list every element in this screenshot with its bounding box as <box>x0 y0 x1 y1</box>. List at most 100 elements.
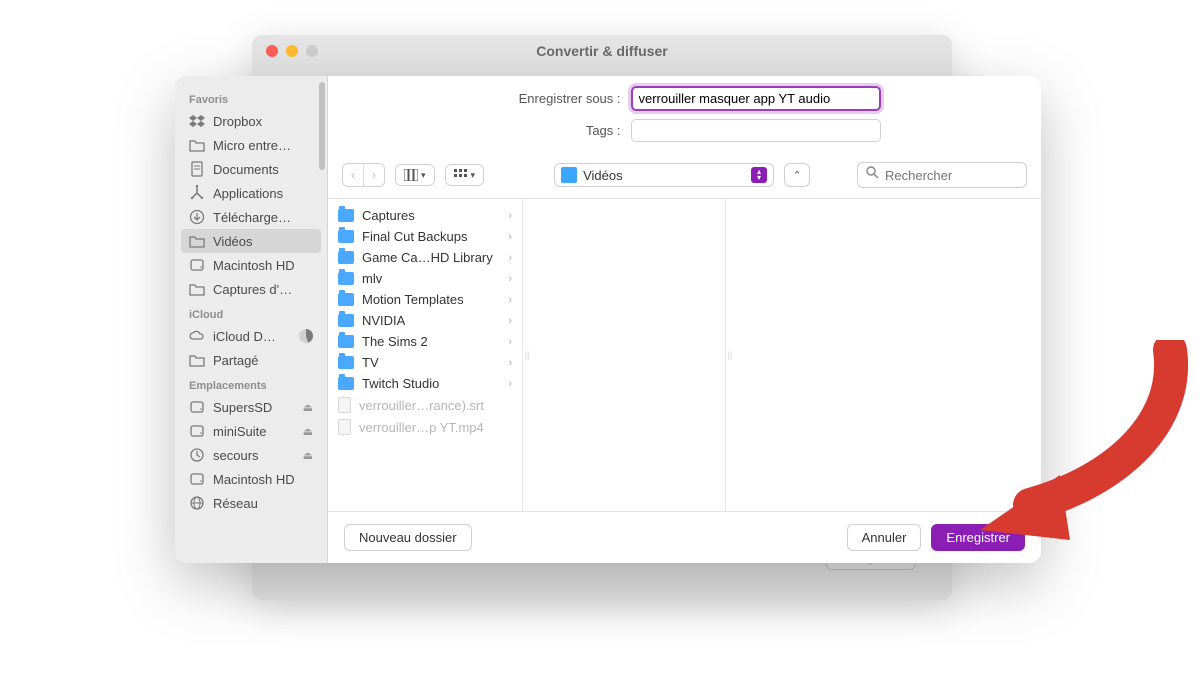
sidebar-item-label: miniSuite <box>213 424 266 439</box>
eject-icon[interactable]: ⏏ <box>303 425 313 438</box>
sidebar-item-label: Partagé <box>213 353 259 368</box>
save-as-input[interactable] <box>631 86 881 111</box>
browser-item-label: Game Ca…HD Library <box>362 250 493 265</box>
column-resize-handle[interactable]: || <box>523 199 531 511</box>
parent-window-title: Convertir & diffuser <box>252 43 952 59</box>
chevron-right-icon: › <box>508 357 512 369</box>
globe-icon <box>189 495 205 511</box>
browser-item[interactable]: Final Cut Backups › <box>328 226 522 247</box>
browser-item[interactable]: Game Ca…HD Library › <box>328 247 522 268</box>
browser-item-label: mlv <box>362 271 382 286</box>
sidebar-item[interactable]: Dropbox <box>175 109 327 133</box>
column-resize-handle[interactable]: || <box>726 199 734 511</box>
file-icon <box>338 397 351 413</box>
tags-input[interactable] <box>631 119 881 142</box>
disk-icon <box>189 399 205 415</box>
nav-forward-button[interactable]: › <box>363 164 384 186</box>
browser-item[interactable]: Captures › <box>328 205 522 226</box>
view-group-toggle[interactable]: ▾ <box>445 164 485 186</box>
sidebar-item[interactable]: miniSuite ⏏ <box>175 419 327 443</box>
sidebar-item-label: Captures d'… <box>213 282 292 297</box>
search-input[interactable] <box>885 168 1018 183</box>
chevron-down-icon: ▾ <box>471 170 476 181</box>
sidebar-item[interactable]: Macintosh HD <box>175 253 327 277</box>
sidebar-item[interactable]: Captures d'… <box>175 277 327 301</box>
browser-column-empty <box>734 199 1041 511</box>
browser-item[interactable]: Twitch Studio› <box>328 373 522 394</box>
search-icon <box>866 166 879 184</box>
browser-column[interactable]: Captures›Final Cut Backups›Game Ca…HD Li… <box>328 199 523 511</box>
browser-item-label: Final Cut Backups <box>362 229 468 244</box>
sidebar-item-label: SupersSD <box>213 400 272 415</box>
chevron-up-icon: ⌃ <box>792 169 801 182</box>
browser-column-empty <box>531 199 726 511</box>
chevron-down-icon: ▾ <box>421 170 426 181</box>
sidebar-item[interactable]: Vidéos <box>181 229 321 253</box>
chevron-right-icon: › <box>508 336 512 348</box>
cancel-button[interactable]: Annuler <box>847 524 922 551</box>
grid-icon: ▾ <box>446 165 484 185</box>
sidebar-item[interactable]: Télécharge… <box>175 205 327 229</box>
disk-icon <box>189 257 205 273</box>
location-popup[interactable]: Vidéos ▴▾ <box>554 163 774 187</box>
new-folder-button[interactable]: Nouveau dossier <box>344 524 472 551</box>
sidebar-item[interactable]: Micro entre… <box>175 133 327 157</box>
eject-icon[interactable]: ⏏ <box>303 449 313 462</box>
sidebar-item[interactable]: Macintosh HD <box>175 467 327 491</box>
apps-icon <box>189 185 205 201</box>
minimize-window-button[interactable] <box>286 45 298 57</box>
view-columns-toggle[interactable]: ▾ <box>395 164 435 186</box>
chevron-right-icon: › <box>508 231 512 243</box>
sidebar-item[interactable]: Applications <box>175 181 327 205</box>
toolbar: ‹ › ▾ ▾ Vidéos ▴▾ ⌃ <box>328 156 1041 199</box>
sidebar-scrollbar[interactable] <box>319 82 325 170</box>
browser-item[interactable]: NVIDIA› <box>328 310 522 331</box>
sidebar-item[interactable]: iCloud D… <box>175 324 327 348</box>
sidebar-item[interactable]: Réseau <box>175 491 327 515</box>
browser-item[interactable]: The Sims 2› <box>328 331 522 352</box>
browser-item[interactable]: verrouiller…p YT.mp4 <box>328 416 522 438</box>
updown-arrows-icon: ▴▾ <box>751 167 767 183</box>
nav-back-button[interactable]: ‹ <box>343 164 363 186</box>
browser-item[interactable]: TV› <box>328 352 522 373</box>
browser-item-label: verrouiller…p YT.mp4 <box>359 420 484 435</box>
sidebar-item[interactable]: Partagé <box>175 348 327 372</box>
folder-icon <box>338 209 354 222</box>
folder-icon <box>189 233 205 249</box>
sidebar-item-label: secours <box>213 448 259 463</box>
file-icon <box>338 419 351 435</box>
sidebar-item[interactable]: Documents <box>175 157 327 181</box>
sidebar-section-favoris: Favoris <box>175 86 327 109</box>
folder-icon <box>189 352 205 368</box>
folder-icon <box>338 335 354 348</box>
folder-icon <box>338 251 354 264</box>
folder-icon <box>338 230 354 243</box>
folder-icon <box>338 377 354 390</box>
folder-icon <box>338 356 354 369</box>
browser-item[interactable]: Motion Templates› <box>328 289 522 310</box>
sidebar-item-label: Applications <box>213 186 283 201</box>
sidebar-item[interactable]: SupersSD ⏏ <box>175 395 327 419</box>
column-browser: Captures›Final Cut Backups›Game Ca…HD Li… <box>328 199 1041 512</box>
chevron-right-icon: › <box>508 210 512 222</box>
search-field[interactable] <box>857 162 1027 188</box>
sidebar-item-label: Télécharge… <box>213 210 291 225</box>
sidebar-item-label: Micro entre… <box>213 138 291 153</box>
folder-icon <box>338 293 354 306</box>
close-window-button[interactable] <box>266 45 278 57</box>
sidebar: Favoris Dropbox Micro entre… Documents Appl… <box>175 76 328 563</box>
eject-icon[interactable]: ⏏ <box>303 401 313 414</box>
sidebar-item[interactable]: secours ⏏ <box>175 443 327 467</box>
save-button[interactable]: Enregistrer <box>931 524 1025 551</box>
browser-item[interactable]: verrouiller…rance).srt <box>328 394 522 416</box>
sidebar-section-icloud: iCloud <box>175 301 327 324</box>
folder-icon <box>561 167 577 183</box>
browser-item[interactable]: mlv› <box>328 268 522 289</box>
save-as-label: Enregistrer sous : <box>489 91 621 106</box>
sidebar-item-label: Vidéos <box>213 234 253 249</box>
dialog-footer: Nouveau dossier Annuler Enregistrer <box>328 512 1041 563</box>
disk-icon <box>189 423 205 439</box>
chevron-right-icon: › <box>508 252 512 264</box>
browser-item-label: Captures <box>362 208 415 223</box>
collapse-button[interactable]: ⌃ <box>784 163 810 187</box>
